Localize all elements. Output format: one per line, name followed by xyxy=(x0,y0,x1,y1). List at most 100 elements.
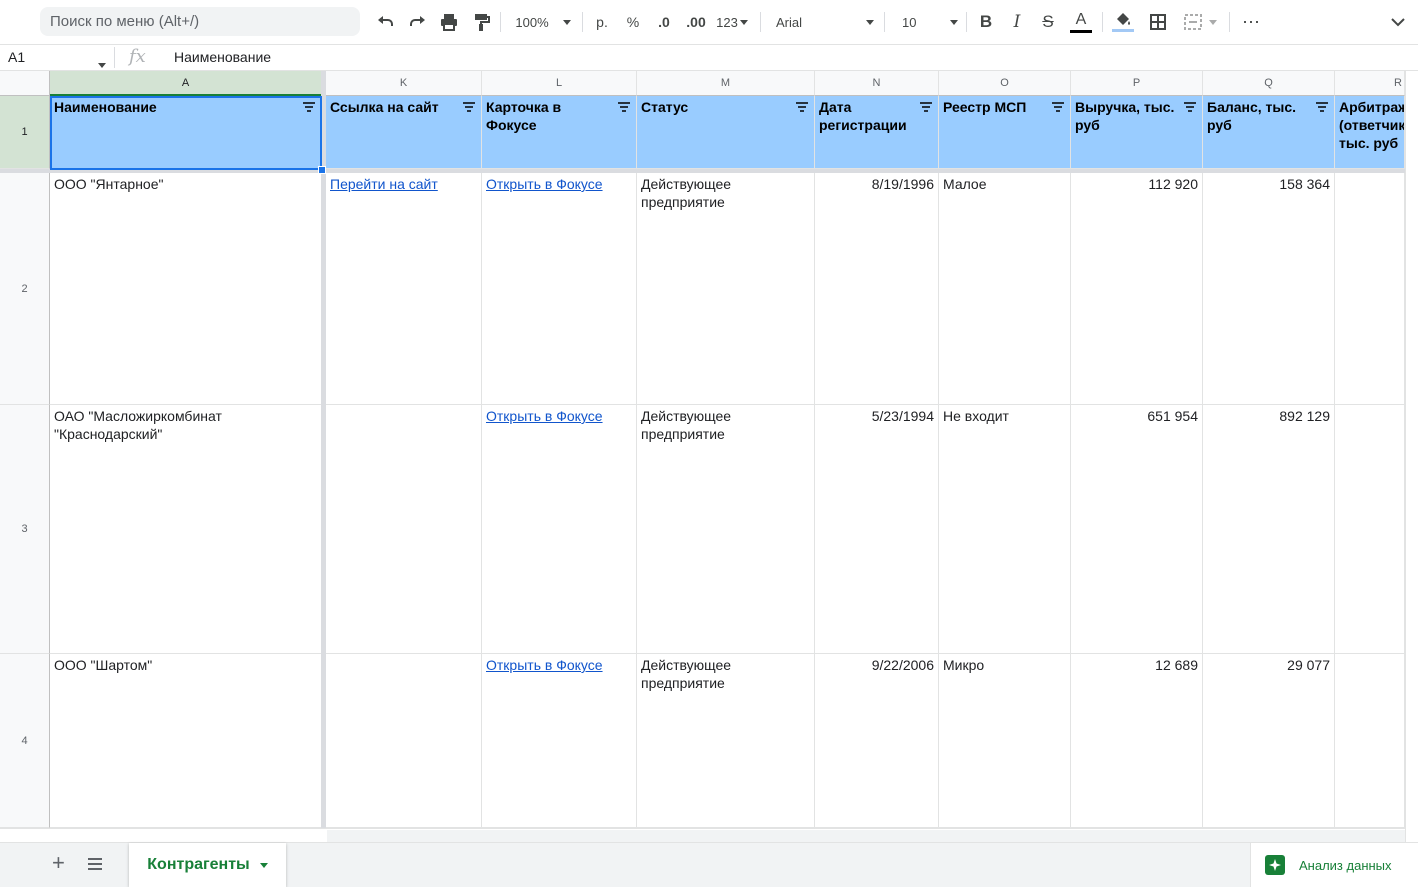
currency-format-button[interactable]: р. xyxy=(590,9,614,35)
cell-focus-card[interactable]: Открыть в Фокусе xyxy=(482,654,637,828)
header-cell-status[interactable]: Статус xyxy=(637,96,815,169)
horizontal-scrollbar-thumb[interactable] xyxy=(327,830,1405,842)
horizontal-scrollbar[interactable] xyxy=(0,828,1405,843)
filter-icon[interactable] xyxy=(301,100,317,114)
all-sheets-button[interactable] xyxy=(87,857,103,876)
percent-format-button[interactable]: % xyxy=(621,9,645,35)
cell-balance[interactable]: 158 364 xyxy=(1203,173,1335,405)
cell-focus-card[interactable]: Открыть в Фокусе xyxy=(482,405,637,654)
cell-revenue[interactable]: 12 689 xyxy=(1071,654,1203,828)
cell-name[interactable]: ООО "Шартом" xyxy=(50,654,322,828)
header-cell-focus-card[interactable]: Карточка в Фокусе xyxy=(482,96,637,169)
header-cell-reg-date[interactable]: Дата регистрации xyxy=(815,96,939,169)
cell-msp-registry[interactable]: Микро xyxy=(939,654,1071,828)
cell-msp-registry[interactable]: Не входит xyxy=(939,405,1071,654)
cell-reg-date[interactable]: 8/19/1996 xyxy=(815,173,939,405)
filter-icon[interactable] xyxy=(461,100,477,114)
fill-handle[interactable] xyxy=(318,166,326,174)
print-button[interactable] xyxy=(437,9,461,35)
cell-balance[interactable]: 892 129 xyxy=(1203,405,1335,654)
header-cell-arbitration[interactable]: Арбитраж (ответчик) тыс. руб xyxy=(1335,96,1405,169)
filter-icon[interactable] xyxy=(616,100,632,114)
filter-icon[interactable] xyxy=(1050,100,1066,114)
print-icon xyxy=(439,12,459,32)
focus-card-link[interactable]: Открыть в Фокусе xyxy=(486,657,603,673)
column-header-k[interactable]: K xyxy=(326,71,482,96)
cell-revenue[interactable]: 651 954 xyxy=(1071,405,1203,654)
strikethrough-button[interactable]: S xyxy=(1036,9,1060,35)
collapse-menu-button[interactable] xyxy=(1385,9,1411,35)
column-header-o[interactable]: O xyxy=(939,71,1071,96)
more-button[interactable]: ⋯ xyxy=(1238,9,1264,35)
add-sheet-button[interactable]: + xyxy=(52,852,65,874)
explore-button[interactable]: Анализ данных xyxy=(1250,843,1418,887)
column-header-a[interactable]: A xyxy=(50,71,322,96)
site-link[interactable]: Перейти на сайт xyxy=(330,176,438,192)
column-header-q[interactable]: Q xyxy=(1203,71,1335,96)
increase-decimals-button[interactable]: .00 xyxy=(682,9,710,35)
text-color-button[interactable]: A xyxy=(1068,9,1094,35)
cell-msp-registry[interactable]: Малое xyxy=(939,173,1071,405)
row-header-2[interactable]: 2 xyxy=(0,173,50,405)
frozen-row-divider[interactable] xyxy=(0,169,1405,173)
cell-arbitration[interactable] xyxy=(1335,173,1405,405)
vertical-scrollbar[interactable] xyxy=(1405,71,1418,842)
row-header-3[interactable]: 3 xyxy=(0,405,50,654)
merge-cells-button[interactable] xyxy=(1178,9,1222,35)
zoom-select[interactable]: 100% xyxy=(510,9,576,35)
header-cell-site-link[interactable]: Ссылка на сайт xyxy=(326,96,482,169)
more-formats-button[interactable]: 123 xyxy=(714,9,750,35)
cell-arbitration[interactable] xyxy=(1335,405,1405,654)
formula-input[interactable]: Наименование xyxy=(174,49,271,65)
focus-card-link[interactable]: Открыть в Фокусе xyxy=(486,408,603,424)
fill-color-button[interactable] xyxy=(1110,9,1136,35)
cell-focus-card[interactable]: Открыть в Фокусе xyxy=(482,173,637,405)
cell-status[interactable]: Действующее предприятие xyxy=(637,405,815,654)
cell-site-link[interactable] xyxy=(326,405,482,654)
cell-reg-date[interactable]: 5/23/1994 xyxy=(815,405,939,654)
sheet-tab-kontragenty[interactable]: Контрагенты xyxy=(129,843,286,887)
select-all-corner[interactable] xyxy=(0,71,50,96)
filter-icon[interactable] xyxy=(918,100,934,114)
font-family-select[interactable]: Arial xyxy=(770,9,876,35)
menu-search-input[interactable]: Поиск по меню (Alt+/) xyxy=(40,7,360,36)
cell-reg-date[interactable]: 9/22/2006 xyxy=(815,654,939,828)
paint-format-button[interactable] xyxy=(469,9,493,35)
cell-balance[interactable]: 29 077 xyxy=(1203,654,1335,828)
column-header-m[interactable]: M xyxy=(637,71,815,96)
column-header-r[interactable]: R xyxy=(1335,71,1405,96)
cell-site-link[interactable]: Перейти на сайт xyxy=(326,173,482,405)
borders-button[interactable] xyxy=(1146,9,1170,35)
header-label: Реестр МСП xyxy=(943,99,1027,115)
decrease-decimals-button[interactable]: .0 xyxy=(652,9,676,35)
italic-button[interactable]: I xyxy=(1005,9,1029,35)
redo-button[interactable] xyxy=(405,9,429,35)
undo-button[interactable] xyxy=(374,9,398,35)
filter-icon[interactable] xyxy=(1314,100,1330,114)
column-header-p[interactable]: P xyxy=(1071,71,1203,96)
cell-arbitration[interactable] xyxy=(1335,654,1405,828)
cell-status[interactable]: Действующее предприятие xyxy=(637,173,815,405)
header-cell-name[interactable]: Наименование xyxy=(50,96,322,169)
font-size-select[interactable]: 10 xyxy=(894,9,960,35)
bold-button[interactable]: B xyxy=(974,9,998,35)
cell-site-link[interactable] xyxy=(326,654,482,828)
row-header-1[interactable]: 1 xyxy=(0,96,50,169)
frozen-column-divider[interactable] xyxy=(321,71,326,828)
chevron-down-icon[interactable] xyxy=(259,862,268,868)
cell-name[interactable]: ОАО "Масложиркомбинат "Краснодарский" xyxy=(50,405,322,654)
header-cell-balance[interactable]: Баланс, тыс. руб xyxy=(1203,96,1335,169)
bold-icon: B xyxy=(979,12,993,31)
row-header-4[interactable]: 4 xyxy=(0,654,50,828)
focus-card-link[interactable]: Открыть в Фокусе xyxy=(486,176,603,192)
header-cell-msp-registry[interactable]: Реестр МСП xyxy=(939,96,1071,169)
name-box[interactable]: A1 xyxy=(8,49,25,65)
filter-icon[interactable] xyxy=(794,100,810,114)
column-header-n[interactable]: N xyxy=(815,71,939,96)
cell-name[interactable]: ООО "Янтарное" xyxy=(50,173,322,405)
cell-status[interactable]: Действующее предприятие xyxy=(637,654,815,828)
column-header-l[interactable]: L xyxy=(482,71,637,96)
filter-icon[interactable] xyxy=(1182,100,1198,114)
header-cell-revenue[interactable]: Выручка, тыс. руб xyxy=(1071,96,1203,169)
cell-revenue[interactable]: 112 920 xyxy=(1071,173,1203,405)
